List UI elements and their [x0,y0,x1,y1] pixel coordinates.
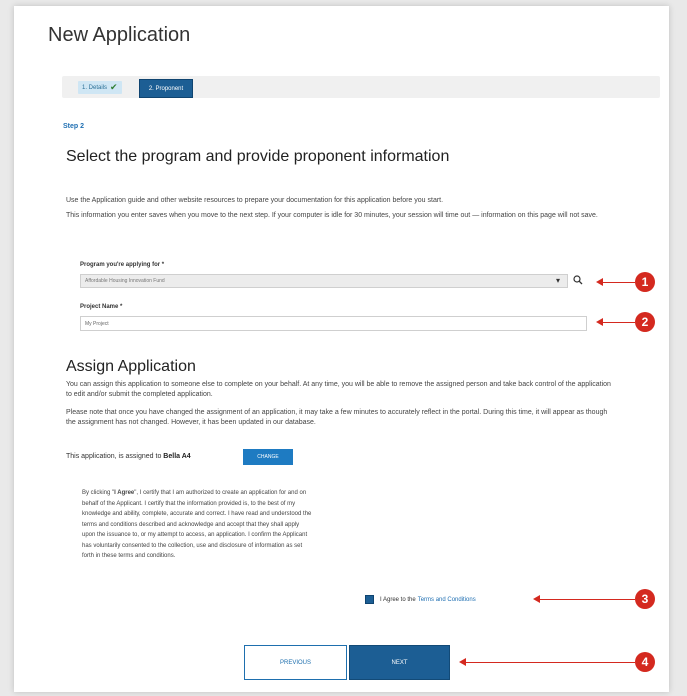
agree-row: I Agree to the Terms and Conditions [365,595,476,604]
change-assignee-button[interactable]: CHANGE [243,449,293,465]
callout-badge-1: 1 [635,272,655,292]
project-name-value: My Project [85,320,109,327]
program-select-value: Affordable Housing Innovation Fund [85,278,165,284]
callout-badge-2: 2 [635,312,655,332]
terms-bold-lead: I Agree [114,490,135,496]
callout-line-4 [465,662,635,663]
chevron-down-icon[interactable]: ▾ [556,276,560,285]
page-title: New Application [48,24,191,46]
application-page [14,6,669,692]
terms-link[interactable]: Terms and Conditions [418,597,476,603]
assignee-name: Bella A4 [163,453,191,460]
step-label: Step 2 [63,123,85,130]
section-title: Select the program and provide proponent… [66,148,450,165]
assign-para-1: You can assign this application to someo… [66,381,611,398]
callout-line-2 [602,322,635,323]
program-label: Program you're applying for * [80,262,165,268]
step-details-label: 1. Details [82,84,108,91]
project-name-input[interactable]: My Project [80,316,587,331]
step-proponent[interactable]: 2. Proponent [139,79,193,98]
callout-line-3 [539,599,635,600]
assign-para-2: Please note that once you have changed t… [66,409,608,426]
previous-button[interactable]: PREVIOUS [244,645,347,680]
callout-line-1 [602,282,635,283]
assigned-to-line: This application, is assigned to Bella A… [66,453,191,460]
assign-title: Assign Application [66,358,196,375]
callout-badge-3: 3 [635,589,655,609]
program-select[interactable]: Affordable Housing Innovation Fund [80,274,568,288]
check-icon: ✔ [110,82,118,92]
terms-text: By clicking "I Agree", I certify that I … [82,488,314,562]
terms-body: ", I certify that I am authorized to cre… [82,490,312,559]
assigned-prefix: This application, is assigned to [66,453,162,460]
intro-line-2: This information you enter saves when yo… [66,212,598,219]
next-button[interactable]: NEXT [349,645,450,680]
agree-checkbox[interactable] [365,595,374,604]
intro-line-1: Use the Application guide and other webs… [66,197,444,204]
agree-text: I Agree to the [380,596,416,603]
callout-badge-4: 4 [635,652,655,672]
step-details[interactable]: 1. Details ✔ [78,81,122,94]
search-icon[interactable] [573,275,583,285]
terms-prefix: By clicking " [82,490,115,496]
project-name-label: Project Name * [80,304,123,310]
